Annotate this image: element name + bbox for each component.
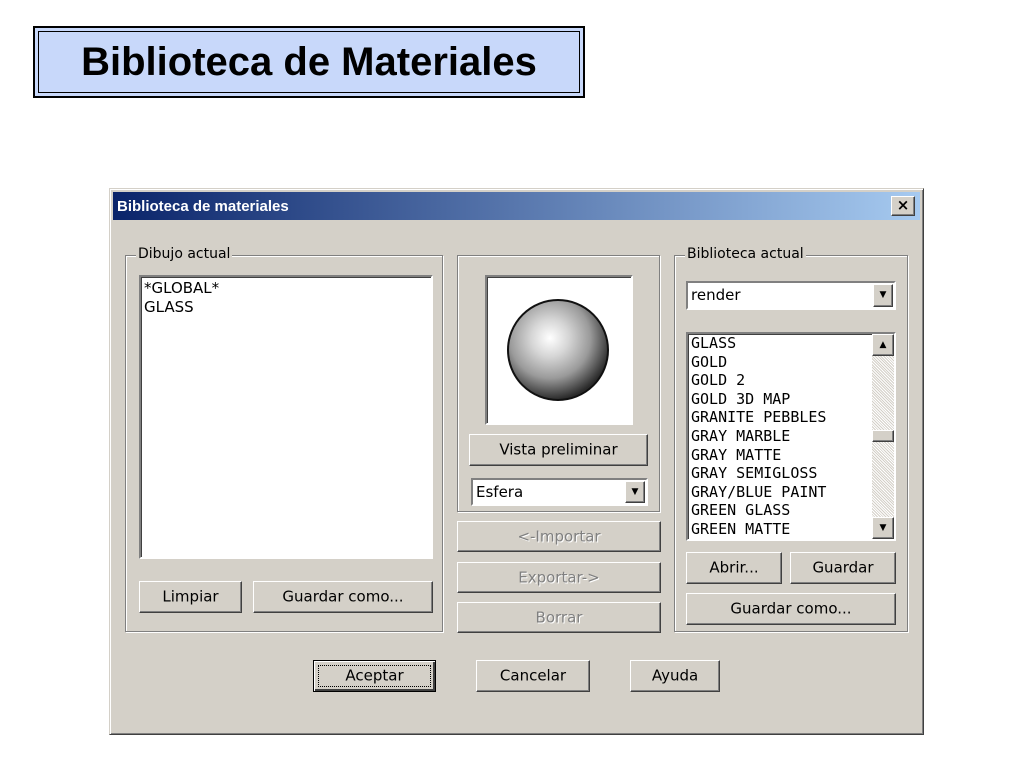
cancel-button[interactable]: Cancelar bbox=[476, 660, 590, 692]
delete-button-label: Borrar bbox=[535, 608, 583, 627]
shape-select[interactable]: Esfera ▼ bbox=[471, 478, 648, 506]
ok-button[interactable]: Aceptar bbox=[313, 660, 436, 692]
current-library-label: Biblioteca actual bbox=[685, 246, 806, 262]
list-item[interactable]: GRAY MATTE bbox=[691, 446, 891, 465]
scroll-up-icon[interactable]: ▲ bbox=[872, 334, 894, 356]
library-save-label: Guardar bbox=[812, 558, 874, 577]
current-library-group: Biblioteca actual render ▼ GLASS GOLD GOLD… bbox=[674, 246, 908, 632]
chevron-down-icon[interactable]: ▼ bbox=[873, 284, 893, 307]
chevron-down-icon[interactable]: ▼ bbox=[625, 481, 645, 503]
preview-group: Vista preliminar Esfera ▼ bbox=[457, 255, 660, 512]
library-scrollbar[interactable]: ▲ ▼ bbox=[872, 334, 894, 539]
list-item[interactable]: GOLD bbox=[691, 353, 891, 372]
list-item[interactable]: GRAY SEMIGLOSS bbox=[691, 464, 891, 483]
current-drawing-label: Dibujo actual bbox=[136, 246, 233, 262]
list-item[interactable]: *GLOBAL* bbox=[144, 279, 428, 298]
import-button-label: <-Importar bbox=[517, 527, 601, 546]
export-button[interactable]: Exportar-> bbox=[457, 562, 661, 593]
preview-button-label: Vista preliminar bbox=[499, 440, 618, 459]
list-item[interactable]: GRANITE PEBBLES bbox=[691, 408, 891, 427]
library-save-button[interactable]: Guardar bbox=[790, 552, 896, 584]
clear-button[interactable]: Limpiar bbox=[139, 581, 242, 613]
dialog-titlebar[interactable]: Biblioteca de materiales × bbox=[113, 192, 920, 220]
close-button[interactable]: × bbox=[891, 196, 915, 216]
list-item[interactable]: GLASS bbox=[691, 334, 891, 353]
library-select[interactable]: render ▼ bbox=[686, 281, 896, 310]
list-item[interactable]: GRAY MARBLE bbox=[691, 427, 891, 446]
export-button-label: Exportar-> bbox=[518, 568, 600, 587]
shape-select-value: Esfera bbox=[476, 483, 524, 501]
delete-button[interactable]: Borrar bbox=[457, 602, 661, 633]
close-icon: × bbox=[896, 196, 910, 214]
library-save-as-button[interactable]: Guardar como... bbox=[686, 593, 896, 625]
library-select-value: render bbox=[691, 286, 741, 304]
list-item[interactable]: GOLD 3D MAP bbox=[691, 390, 891, 409]
ok-button-label: Aceptar bbox=[345, 666, 404, 685]
slide-title-box: Biblioteca de Materiales bbox=[33, 26, 585, 98]
preview-area bbox=[485, 275, 633, 425]
materials-library-dialog: Biblioteca de materiales × Dibujo actual… bbox=[109, 188, 924, 735]
dialog-title: Biblioteca de materiales bbox=[117, 198, 289, 215]
list-item[interactable]: GRAY/BLUE PAINT bbox=[691, 483, 891, 502]
help-button-label: Ayuda bbox=[651, 666, 699, 685]
list-item[interactable]: GREEN GLASS bbox=[691, 501, 891, 520]
cancel-button-label: Cancelar bbox=[499, 666, 567, 685]
list-item[interactable]: GOLD 2 bbox=[691, 371, 891, 390]
slide-title: Biblioteca de Materiales bbox=[81, 40, 537, 84]
clear-button-label: Limpiar bbox=[162, 587, 219, 606]
open-button-label: Abrir... bbox=[709, 558, 759, 577]
current-drawing-list[interactable]: *GLOBAL* GLASS bbox=[139, 275, 433, 559]
preview-button[interactable]: Vista preliminar bbox=[469, 434, 648, 466]
library-list[interactable]: GLASS GOLD GOLD 2 GOLD 3D MAP GRANITE PEBBLE… bbox=[686, 332, 896, 541]
drawing-save-as-label: Guardar como... bbox=[282, 587, 404, 606]
sphere-preview bbox=[507, 299, 609, 401]
open-button[interactable]: Abrir... bbox=[686, 552, 782, 584]
help-button[interactable]: Ayuda bbox=[630, 660, 720, 692]
list-item[interactable]: GREEN MATTE bbox=[691, 520, 891, 539]
drawing-save-as-button[interactable]: Guardar como... bbox=[253, 581, 433, 613]
list-item[interactable]: GLASS bbox=[144, 298, 428, 317]
library-save-as-label: Guardar como... bbox=[730, 599, 852, 618]
scroll-thumb[interactable] bbox=[872, 430, 894, 442]
import-button[interactable]: <-Importar bbox=[457, 521, 661, 552]
current-drawing-group: Dibujo actual *GLOBAL* GLASS Limpiar Guar… bbox=[125, 246, 443, 632]
scroll-down-icon[interactable]: ▼ bbox=[872, 517, 894, 539]
